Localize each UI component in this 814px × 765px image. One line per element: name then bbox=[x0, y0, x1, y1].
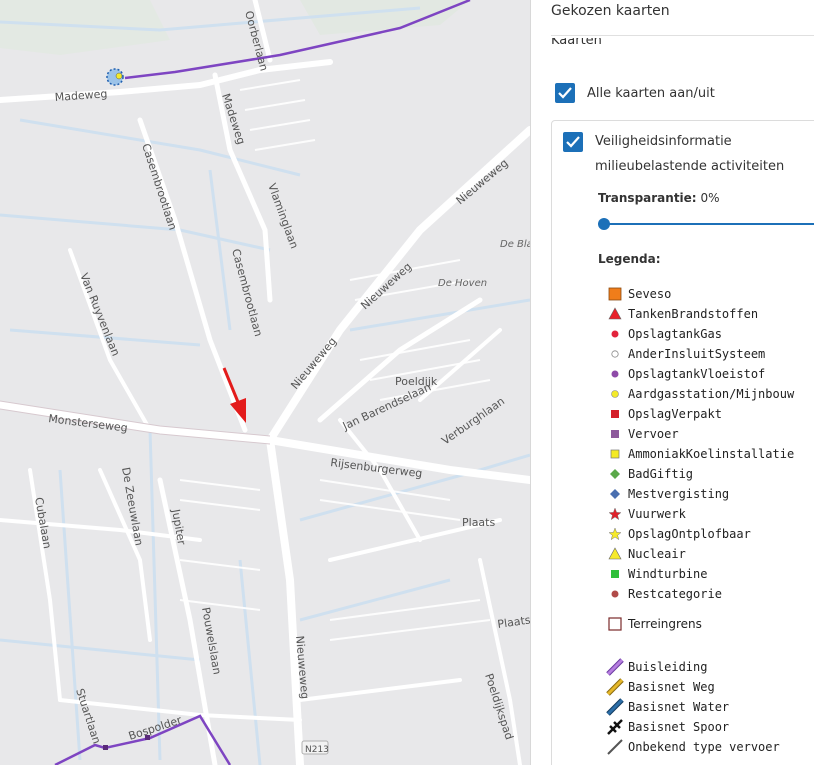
legend-item: Vuurwerk bbox=[606, 505, 686, 523]
map-canvas[interactable]: Madeweg Oorberlaan Madeweg Casembrootlaa… bbox=[0, 0, 530, 765]
yellow-line-icon bbox=[606, 678, 624, 696]
legend-item: OpslagtankVloeistof bbox=[606, 365, 765, 383]
legend-label: Buisleiding bbox=[628, 660, 708, 674]
boundary-square-icon bbox=[606, 615, 624, 633]
legend-item: BadGiftig bbox=[606, 465, 693, 483]
legend-label: AnderInsluitSysteem bbox=[628, 347, 766, 361]
all-maps-label: Alle kaarten aan/uit bbox=[587, 86, 715, 101]
legend-label: Onbekend type vervoer bbox=[628, 740, 780, 754]
layers-panel: Gekozen kaarten Kaarten Alle kaarten aan… bbox=[530, 0, 814, 765]
legend-item: OpslagVerpakt bbox=[606, 405, 722, 423]
layer-subtitle: milieubelastende activiteiten bbox=[595, 159, 785, 174]
legend-item: Terreingrens bbox=[606, 615, 702, 633]
grey-line-icon bbox=[606, 738, 624, 756]
place-label: De Blauwe bbox=[500, 239, 530, 250]
yellow-star-icon bbox=[606, 525, 624, 543]
yellow-square-icon bbox=[606, 445, 624, 463]
legend-item: TankenBrandstoffen bbox=[606, 305, 758, 323]
legend-item: Vervoer bbox=[606, 425, 679, 443]
yellow-dot-icon bbox=[606, 385, 624, 403]
legend-item: Nucleair bbox=[606, 545, 686, 563]
layer-checkbox[interactable] bbox=[563, 132, 583, 152]
legend-label: TankenBrandstoffen bbox=[628, 307, 759, 321]
legend-title: Legenda: bbox=[598, 252, 661, 266]
legend-item: Basisnet Spoor bbox=[606, 718, 729, 736]
purple-line-icon bbox=[606, 658, 624, 676]
legend-item: Buisleiding bbox=[606, 658, 707, 676]
rail-line-icon bbox=[606, 718, 624, 736]
place-label: De Hoven bbox=[438, 278, 487, 289]
transparency-slider-thumb[interactable] bbox=[598, 218, 610, 230]
transparency-label: Transparantie: 0% bbox=[598, 191, 719, 205]
check-icon bbox=[566, 136, 580, 148]
legend-label: OpslagtankVloeistof bbox=[628, 367, 766, 381]
purple-dot-icon bbox=[606, 365, 624, 383]
legend-label: Basisnet Spoor bbox=[628, 720, 730, 734]
legend-label: BadGiftig bbox=[628, 467, 694, 481]
green-diamond-icon bbox=[606, 465, 624, 483]
red-dot-icon bbox=[606, 325, 624, 343]
legend-label: Basisnet Water bbox=[628, 700, 730, 714]
check-icon bbox=[558, 87, 572, 99]
green-square-icon bbox=[606, 565, 624, 583]
yellow-triangle-icon bbox=[606, 545, 624, 563]
legend-item: Restcategorie bbox=[606, 585, 722, 603]
brown-dot-icon bbox=[606, 585, 624, 603]
legend-item: Windturbine bbox=[606, 565, 707, 583]
legend-item: AnderInsluitSysteem bbox=[606, 345, 765, 363]
legend-label: Terreingrens bbox=[628, 617, 702, 631]
legend-item: Mestvergisting bbox=[606, 485, 729, 503]
legend-label: Vuurwerk bbox=[628, 507, 686, 521]
transparency-slider-track[interactable] bbox=[601, 223, 814, 225]
place-label: Plaats bbox=[462, 516, 495, 529]
legend-item: Basisnet Weg bbox=[606, 678, 715, 696]
legend-label: OpslagtankGas bbox=[628, 327, 722, 341]
legend-label: Nucleair bbox=[628, 547, 686, 561]
purple-square-icon bbox=[606, 425, 624, 443]
legend-label: Restcategorie bbox=[628, 587, 722, 601]
layer-title: Veiligheidsinformatie bbox=[595, 134, 732, 149]
transparency-caption: Transparantie: bbox=[598, 191, 697, 205]
legend-label: Seveso bbox=[628, 287, 672, 301]
white-dot-icon bbox=[606, 345, 624, 363]
legend-item: Onbekend type vervoer bbox=[606, 738, 780, 756]
legend-item: Basisnet Water bbox=[606, 698, 729, 716]
legend-item: Seveso bbox=[606, 285, 671, 303]
road-number-label: N213 bbox=[305, 745, 329, 755]
legend-item: AmmoniakKoelinstallatie bbox=[606, 445, 794, 463]
section-label: Kaarten bbox=[551, 38, 602, 48]
red-square-icon bbox=[606, 405, 624, 423]
legend-label: Basisnet Weg bbox=[628, 680, 715, 694]
blue-diamond-icon bbox=[606, 485, 624, 503]
legend-label: OpslagOntplofbaar bbox=[628, 527, 751, 541]
divider bbox=[551, 35, 814, 36]
transparency-value: 0% bbox=[700, 191, 720, 205]
legend-item: Aardgasstation/Mijnbouw bbox=[606, 385, 794, 403]
legend-label: Aardgasstation/Mijnbouw bbox=[628, 387, 795, 401]
legend-label: OpslagVerpakt bbox=[628, 407, 722, 421]
legend-label: Mestvergisting bbox=[628, 487, 730, 501]
legend-label: AmmoniakKoelinstallatie bbox=[628, 447, 795, 461]
orange-square-icon bbox=[606, 285, 624, 303]
all-maps-checkbox[interactable] bbox=[555, 83, 575, 103]
map-view[interactable]: Madeweg Oorberlaan Madeweg Casembrootlaa… bbox=[0, 0, 530, 765]
legend-label: Vervoer bbox=[628, 427, 679, 441]
blue-line-icon bbox=[606, 698, 624, 716]
legend-label: Windturbine bbox=[628, 567, 708, 581]
legend-item: OpslagtankGas bbox=[606, 325, 722, 343]
red-triangle-icon bbox=[606, 305, 624, 323]
legend-item: OpslagOntplofbaar bbox=[606, 525, 751, 543]
panel-title: Gekozen kaarten bbox=[551, 3, 670, 19]
red-star-icon bbox=[606, 505, 624, 523]
